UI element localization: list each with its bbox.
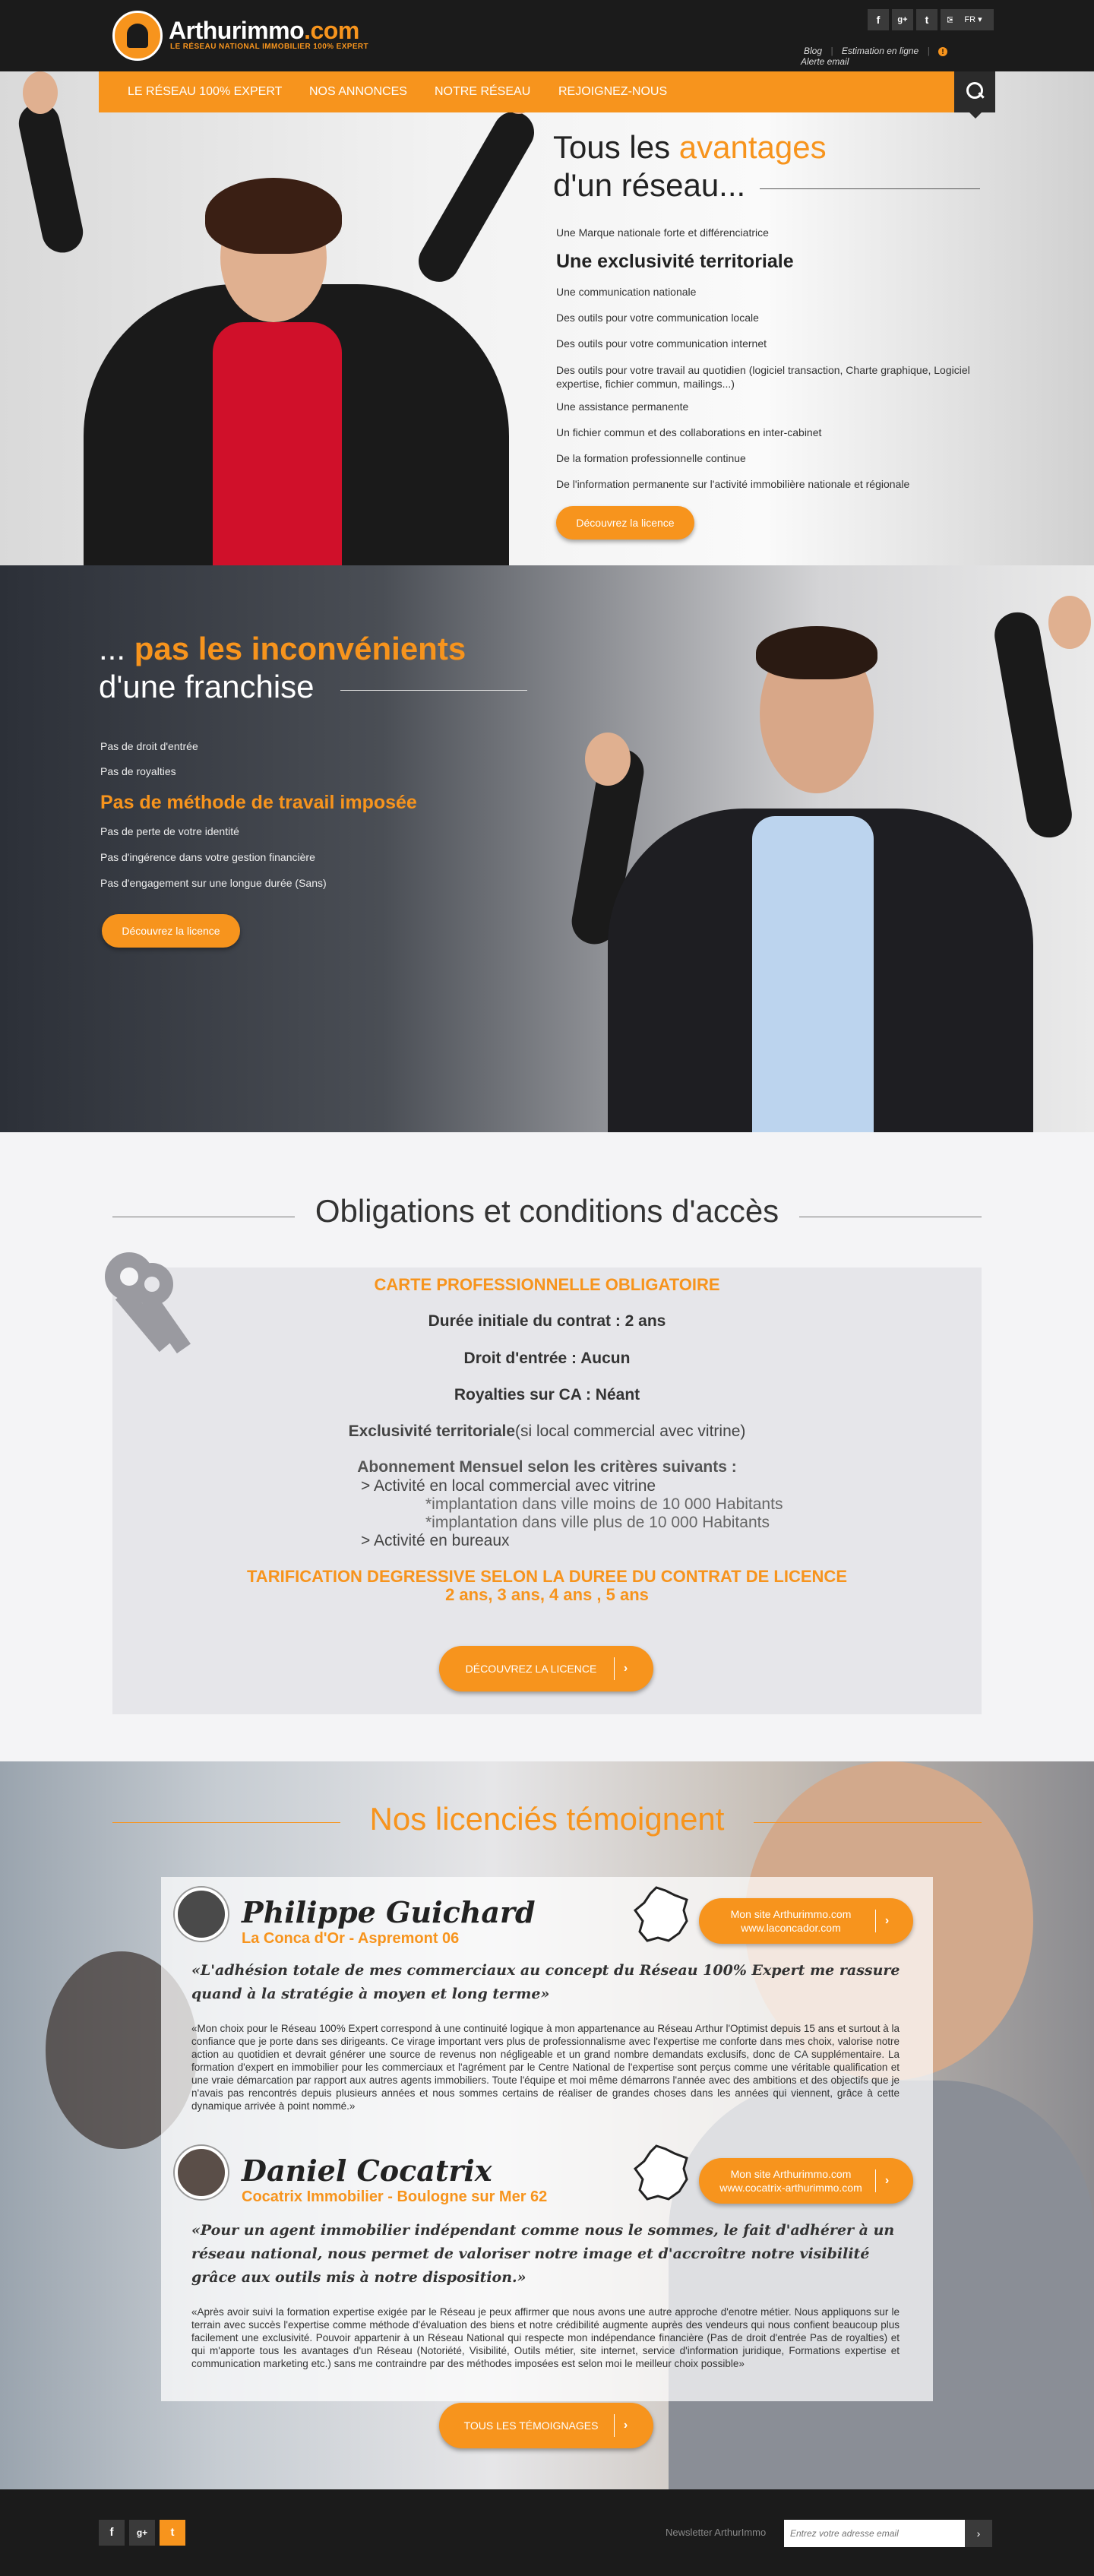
subscription-subcriterion: *implantation dans ville moins de 10 000… — [425, 1495, 783, 1513]
twitter-icon[interactable]: t — [916, 9, 937, 30]
territorial-exclusivity-note: (si local commercial avec vitrine) — [515, 1422, 746, 1440]
divider — [340, 690, 527, 691]
hero1-title-pre: Tous les — [553, 129, 679, 165]
site-label: Mon site Arthurimmo.com — [730, 2168, 852, 2180]
google-plus-icon[interactable]: g+ — [129, 2520, 155, 2546]
chevron-right-icon: › — [614, 2414, 637, 2437]
advantage-item-highlight: Une exclusivité territoriale — [556, 251, 794, 272]
divider: | — [927, 46, 930, 56]
entry-fee: Droit d'entrée : Aucun — [463, 1350, 631, 1367]
france-map-icon — [633, 2144, 688, 2201]
drawback-item: Pas d'ingérence dans votre gestion finan… — [100, 851, 315, 863]
drawback-item: Pas de perte de votre identité — [100, 825, 239, 837]
royalties: Royalties sur CA : Néant — [454, 1386, 640, 1404]
testimonial-quote: «L'adhésion totale de mes commerciaux au… — [191, 1962, 900, 2002]
chevron-right-icon: › — [875, 1910, 898, 1932]
territorial-exclusivity: Exclusivité territoriale(si local commer… — [112, 1422, 982, 1441]
hero2-title: ... pas les inconvénients — [99, 631, 466, 667]
site-url: www.cocatrix-arthurimmo.com — [719, 2182, 862, 2194]
testimonial-quote: «Pour un agent immobilier indépendant co… — [191, 2222, 895, 2286]
drawback-item: Pas de royalties — [100, 765, 176, 777]
testimonial-agency: Cocatrix Immobilier - Boulogne sur Mer 6… — [242, 2188, 548, 2205]
chevron-right-icon: › — [875, 2169, 898, 2192]
avatar — [175, 2146, 228, 2199]
language-flag: FR — [964, 15, 976, 24]
subscription-title: Abonnement Mensuel selon les critères su… — [357, 1458, 737, 1476]
avatar — [175, 1888, 228, 1941]
testimonial-name: Philippe Guichard — [242, 1895, 536, 1929]
newsletter-label: Newsletter ArthurImmo — [666, 2527, 767, 2538]
advantage-item: Une communication nationale — [556, 286, 697, 298]
brand-tld: .com — [304, 17, 359, 44]
keys-icon — [105, 1252, 191, 1354]
drawback-item: Pas de droit d'entrée — [100, 740, 198, 752]
main-nav: LE RÉSEAU 100% EXPERT NOS ANNONCES NOTRE… — [99, 71, 995, 112]
drawback-item-highlight: Pas de méthode de travail imposée — [100, 792, 417, 813]
hero1-subtitle: d'un réseau... — [553, 167, 746, 203]
search-icon[interactable] — [954, 71, 995, 119]
pricing-title: TARIFICATION DEGRESSIVE SELON LA DUREE D… — [247, 1567, 847, 1586]
nav-item-reseau-expert[interactable]: LE RÉSEAU 100% EXPERT — [128, 71, 282, 112]
testimonials-title: Nos licenciés témoignent — [369, 1801, 725, 1837]
nav-item-notre-reseau[interactable]: NOTRE RÉSEAU — [435, 71, 530, 112]
advantage-item: Des outils pour votre communication inte… — [556, 337, 767, 350]
chevron-right-icon: › — [614, 1657, 637, 1680]
facebook-icon[interactable]: f — [868, 9, 889, 30]
discover-licence-button[interactable]: Découvrez la licence — [102, 914, 240, 948]
testimonial-body: «Après avoir suivi la formation expertis… — [191, 2306, 900, 2369]
top-links: Blog | Estimation en ligne | ! Alerte em… — [798, 46, 988, 67]
language-selector[interactable]: FR ▾ — [953, 9, 994, 30]
subscription-criterion: > Activité en local commercial avec vitr… — [361, 1477, 656, 1495]
discover-licence-button[interactable]: Découvrez la licence — [556, 506, 694, 540]
advantage-item: De la formation professionnelle continue — [556, 452, 746, 464]
obligations-title: Obligations et conditions d'accès — [315, 1193, 779, 1229]
divider — [754, 1822, 982, 1823]
testimonial-name: Daniel Cocatrix — [242, 2154, 492, 2188]
drawback-item: Pas d'engagement sur une longue durée (S… — [100, 877, 327, 889]
divider: | — [830, 46, 833, 56]
all-testimonials-label: TOUS LES TÉMOIGNAGES — [463, 2419, 599, 2432]
pricing-durations: 2 ans, 3 ans, 4 ans , 5 ans — [445, 1585, 649, 1604]
hero1-title: Tous les avantages — [553, 129, 827, 166]
alert-icon: ! — [938, 47, 948, 56]
subscription-subcriterion: *implantation dans ville plus de 10 000 … — [425, 1514, 770, 1531]
blog-link[interactable]: Blog — [804, 46, 822, 56]
hero2-title-pre: ... — [99, 631, 134, 666]
advantage-item: Une assistance permanente — [556, 400, 689, 413]
hero-advantages — [0, 71, 1094, 565]
email-alert-link[interactable]: Alerte email — [801, 56, 849, 67]
hero1-title-highlight: avantages — [678, 129, 827, 165]
advantage-item: Une Marque nationale forte et différenci… — [556, 226, 769, 239]
contract-duration: Durée initiale du contrat : 2 ans — [428, 1312, 666, 1330]
testimonial-agency: La Conca d'Or - Aspremont 06 — [242, 1930, 460, 1947]
site-url: www.laconcador.com — [741, 1922, 841, 1934]
site-label: Mon site Arthurimmo.com — [730, 1908, 852, 1920]
hero2-title-highlight: pas les inconvénients — [134, 631, 466, 666]
google-plus-icon[interactable]: g+ — [892, 9, 913, 30]
discover-licence-label: DÉCOUVREZ LA LICENCE — [465, 1663, 597, 1675]
territorial-exclusivity-label: Exclusivité territoriale — [348, 1422, 516, 1440]
newsletter-email-input[interactable] — [784, 2520, 965, 2547]
brand-logo[interactable]: Arthurimmo.com — [169, 17, 359, 45]
logo-mascot-icon[interactable] — [112, 11, 163, 61]
testimonial-body: «Mon choix pour le Réseau 100% Expert co… — [191, 2023, 900, 2112]
twitter-icon[interactable]: t — [160, 2520, 185, 2546]
france-map-icon — [633, 1886, 688, 1942]
brand-name: Arthurimmo — [169, 17, 305, 44]
advantage-item: De l'information permanente sur l'activi… — [556, 478, 910, 490]
facebook-icon[interactable]: f — [99, 2520, 125, 2546]
advantage-item: Un fichier commun et des collaborations … — [556, 426, 822, 438]
subscription-criterion: > Activité en bureaux — [361, 1532, 510, 1549]
divider — [760, 188, 980, 189]
advantage-item: Des outils pour votre communication loca… — [556, 312, 759, 324]
newsletter-submit-button[interactable]: › — [965, 2520, 992, 2547]
estimation-link[interactable]: Estimation en ligne — [842, 46, 919, 56]
nav-item-annonces[interactable]: NOS ANNONCES — [309, 71, 407, 112]
card-requirement: CARTE PROFESSIONNELLE OBLIGATOIRE — [374, 1275, 720, 1294]
nav-item-rejoignez-nous[interactable]: REJOIGNEZ-NOUS — [558, 71, 667, 112]
advantage-item: Des outils pour votre travail au quotidi… — [556, 364, 970, 390]
hero2-subtitle: d'une franchise — [99, 669, 315, 704]
brand-tagline: LE RÉSEAU NATIONAL IMMOBILIER 100% EXPER… — [170, 43, 369, 51]
